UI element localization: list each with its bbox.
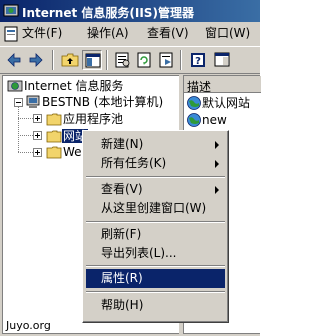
export-list-icon [159, 52, 173, 68]
expand-toggle[interactable] [33, 131, 42, 140]
menu-item-label: 查看(V) [101, 182, 143, 196]
refresh-icon [137, 52, 151, 68]
toolbar-separator [180, 50, 182, 70]
forward-arrow-icon [29, 53, 43, 67]
tree-node-iis-root-label: Internet 信息服务 [24, 79, 124, 93]
help-button[interactable]: ? [188, 50, 208, 70]
tree-node-app-pools-label: 应用程序池 [63, 112, 124, 126]
back-arrow-icon [7, 53, 21, 67]
properties-icon [115, 52, 130, 68]
folder-icon [46, 146, 62, 159]
list-item-default-site[interactable]: 默认网站 [186, 94, 250, 112]
website-globe-icon [187, 95, 201, 110]
submenu-arrow-icon [215, 160, 219, 168]
menu-action-label: 操作(A) [87, 26, 129, 40]
watermark-text: Juyo.org [4, 319, 53, 332]
computer-icon [26, 95, 40, 108]
list-item-label: 默认网站 [202, 96, 251, 110]
website-globe-icon [187, 113, 201, 127]
menu-item-properties[interactable]: 属性(R) [86, 269, 225, 288]
menu-item-label: 属性(R) [101, 271, 143, 285]
console-tree-icon [85, 53, 101, 68]
menu-view-label: 查看(V) [147, 26, 189, 40]
menu-item-new-window-from-here[interactable]: 从这里创建窗口(W) [86, 199, 225, 218]
tree-node-web-service-ext[interactable]: We [46, 144, 83, 162]
submenu-arrow-icon [215, 186, 219, 194]
action-pane-icon [214, 52, 230, 67]
column-header-description[interactable]: 描述 [184, 76, 261, 94]
tree-connector [18, 118, 33, 119]
list-item-label: new [202, 113, 227, 127]
menu-item-label: 导出列表(L)... [101, 246, 177, 260]
menu-item-refresh[interactable]: 刷新(F) [86, 225, 225, 244]
window-title: Internet 信息服务(IIS)管理器 [22, 6, 194, 20]
menu-window-label: 窗口(W) [205, 26, 251, 40]
collapse-toggle[interactable] [14, 98, 23, 107]
show-hide-action-pane-button[interactable] [212, 50, 232, 70]
folder-up-icon [61, 53, 79, 67]
menu-separator [86, 291, 225, 293]
menu-item-label: 帮助(H) [101, 298, 144, 312]
column-header-label: 描述 [187, 80, 212, 94]
menu-file[interactable]: 文件(F) [4, 24, 62, 43]
tree-connector [18, 135, 33, 136]
folder-icon [46, 130, 62, 142]
tree-node-computer[interactable]: BESTNB (本地计算机) [25, 93, 164, 111]
toolbar: ? [0, 46, 260, 74]
document-icon [4, 26, 18, 41]
tree-connector [18, 100, 20, 152]
help-book-icon: ? [191, 53, 205, 67]
properties-button[interactable] [112, 50, 132, 70]
back-button[interactable] [4, 50, 24, 70]
tree-connector [18, 152, 33, 153]
menu-separator [86, 221, 225, 223]
iis-services-icon [7, 80, 23, 91]
menu-item-label: 所有任务(K) [101, 156, 167, 170]
submenu-arrow-icon [215, 141, 219, 149]
menu-window[interactable]: 窗口(W) [205, 24, 250, 43]
menu-bar: 文件(F) 操作(A) 查看(V) 窗口(W) [0, 22, 260, 46]
svg-text:?: ? [195, 56, 201, 67]
export-list-button[interactable] [156, 50, 176, 70]
menu-item-all-tasks[interactable]: 所有任务(K) [86, 154, 225, 173]
menu-separator [86, 265, 225, 267]
menu-item-label: 从这里创建窗口(W) [101, 201, 207, 215]
tree-node-web-service-ext-label: We [63, 145, 82, 159]
iis-manager-window: Internet 信息服务(IIS)管理器 文件(F) 操作(A) 查看(V) … [0, 0, 261, 336]
menu-item-label: 刷新(F) [101, 227, 142, 241]
toolbar-separator [106, 50, 108, 70]
folder-icon [46, 113, 62, 125]
list-item-new-site[interactable]: new [186, 112, 227, 130]
menu-view[interactable]: 查看(V) [147, 24, 189, 43]
menu-item-export-list[interactable]: 导出列表(L)... [86, 244, 225, 263]
forward-button[interactable] [26, 50, 46, 70]
context-menu: 新建(N) 所有任务(K) 查看(V) 从这里创建窗口(W) 刷新(F) 导出列… [82, 130, 229, 323]
menu-item-new[interactable]: 新建(N) [86, 135, 225, 154]
tree-node-computer-label: BESTNB (本地计算机) [42, 95, 164, 109]
show-hide-tree-button[interactable] [82, 50, 102, 70]
menu-item-help[interactable]: 帮助(H) [86, 296, 225, 315]
tree-node-app-pools[interactable]: 应用程序池 [46, 110, 124, 128]
menu-separator [86, 176, 225, 178]
iis-app-icon [3, 4, 19, 17]
up-one-level-button[interactable] [60, 50, 80, 70]
menu-item-view[interactable]: 查看(V) [86, 180, 225, 199]
menu-file-label: 文件(F) [22, 26, 63, 40]
menu-item-label: 新建(N) [101, 137, 144, 151]
expand-toggle[interactable] [33, 148, 42, 157]
toolbar-separator [52, 50, 54, 70]
menu-action[interactable]: 操作(A) [87, 24, 129, 43]
expand-toggle[interactable] [33, 114, 42, 123]
refresh-button[interactable] [134, 50, 154, 70]
title-bar: Internet 信息服务(IIS)管理器 [0, 0, 260, 22]
